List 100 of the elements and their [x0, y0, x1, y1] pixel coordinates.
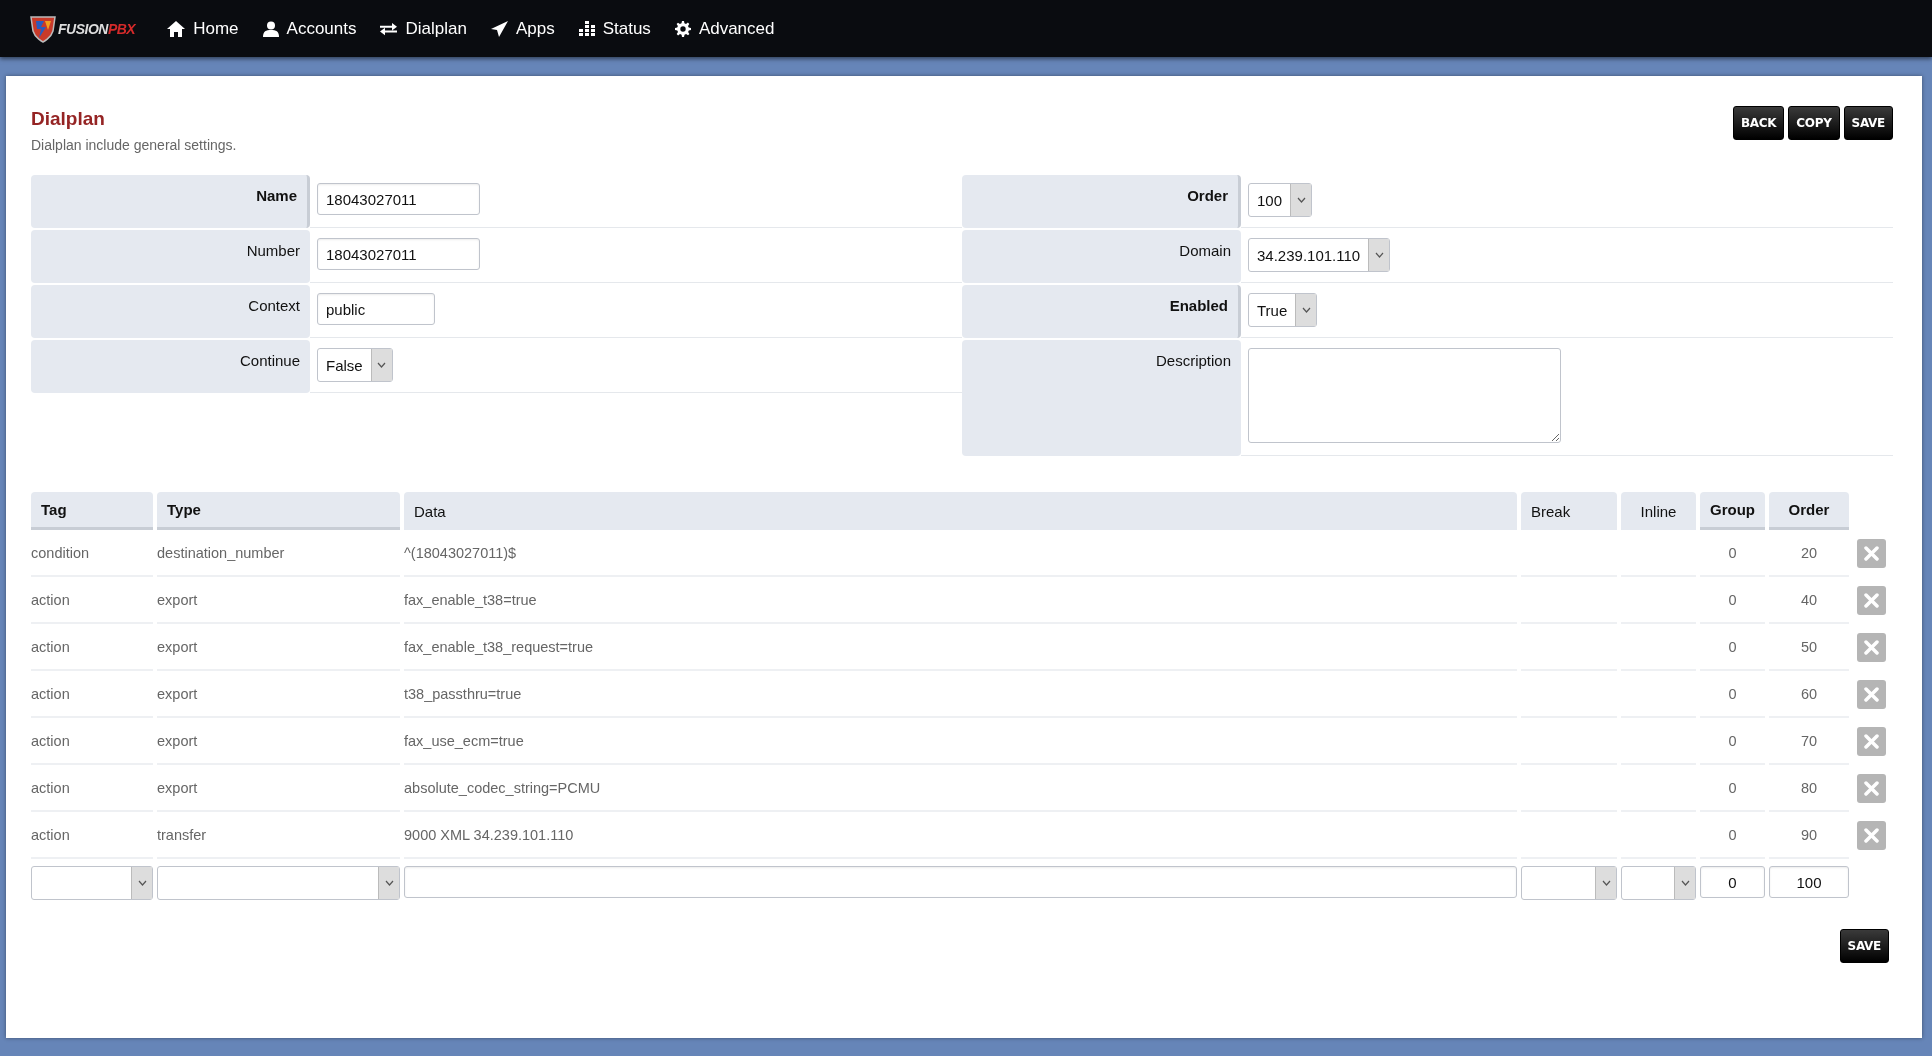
delete-button[interactable] [1857, 680, 1886, 709]
caret-icon [1674, 867, 1695, 899]
user-icon [262, 20, 279, 37]
field-label: Continue [31, 340, 310, 393]
break-dropdown[interactable] [1521, 866, 1617, 900]
table-cell: 90 [1800, 826, 1818, 843]
table-cell: t38_passthru=true [404, 685, 522, 702]
table-cell: 0 [1728, 826, 1737, 843]
table-cell: action [31, 826, 70, 843]
delete-button[interactable] [1857, 539, 1886, 568]
column-header: Inline [1621, 492, 1696, 530]
logo-text: FUSIONPBX [58, 20, 136, 37]
close-icon [1864, 687, 1879, 702]
close-icon [1864, 734, 1879, 749]
text-field[interactable]: 18043027011 [317, 238, 480, 270]
delete-button[interactable] [1857, 586, 1886, 615]
field-label: Domain [962, 230, 1241, 283]
table-cell: transfer [157, 826, 207, 843]
group-field[interactable]: 0 [1700, 866, 1765, 898]
exchange-icon [380, 21, 398, 36]
table-cell: 0 [1728, 638, 1737, 655]
text-field[interactable]: public [317, 293, 435, 325]
table-cell: export [157, 779, 198, 796]
close-icon [1864, 546, 1879, 561]
save-button[interactable]: SAVE [1839, 929, 1889, 963]
type-dropdown[interactable] [157, 866, 400, 900]
tag-dropdown[interactable] [31, 866, 153, 900]
nav-link[interactable]: Apps [490, 18, 555, 39]
table-cell: ^(18043027011)$ [404, 544, 517, 561]
order-field[interactable]: 100 [1769, 866, 1849, 898]
table-cell: fax_enable_t38_request=true [404, 638, 594, 655]
field-label: Context [31, 285, 310, 338]
gear-icon [674, 20, 691, 37]
table-cell: 0 [1728, 779, 1737, 796]
nav-link[interactable]: Home [167, 18, 239, 39]
field-label: Enabled [962, 285, 1241, 338]
table-cell: 50 [1800, 638, 1818, 655]
shield-logo-icon [30, 14, 56, 43]
delete-button[interactable] [1857, 633, 1886, 662]
table-cell: 0 [1728, 685, 1737, 702]
column-header: Break [1521, 492, 1617, 530]
field-label: Name [31, 175, 310, 228]
action-button[interactable]: COPY [1788, 106, 1840, 140]
text-field[interactable]: 18043027011 [317, 183, 480, 215]
delete-button[interactable] [1857, 774, 1886, 803]
close-icon [1864, 593, 1879, 608]
table-cell: export [157, 591, 198, 608]
field-label: Number [31, 230, 310, 283]
delete-button[interactable] [1857, 821, 1886, 850]
table-cell: 70 [1800, 732, 1818, 749]
close-icon [1864, 781, 1879, 796]
field-label: Description [962, 340, 1241, 456]
table-cell: 0 [1728, 591, 1737, 608]
table-cell: action [31, 685, 70, 702]
nav-link[interactable]: Dialplan [380, 18, 467, 39]
table-cell: fax_enable_t38=true [404, 591, 537, 608]
table-cell: condition [31, 544, 90, 561]
column-header[interactable]: Type [157, 492, 400, 530]
action-button[interactable]: SAVE [1843, 106, 1893, 140]
delete-button[interactable] [1857, 727, 1886, 756]
nav-link[interactable]: Advanced [674, 18, 775, 39]
column-header[interactable]: Tag [31, 492, 153, 530]
home-icon [167, 20, 186, 37]
caret-icon [378, 867, 399, 899]
dropdown[interactable]: False [317, 348, 393, 382]
column-header[interactable]: Order [1769, 492, 1849, 530]
table-cell: 9000 XML 34.239.101.110 [404, 826, 574, 843]
caret-icon [370, 349, 392, 381]
caret-icon [1295, 294, 1317, 326]
table-cell: 60 [1800, 685, 1818, 702]
field-label: Order [962, 175, 1241, 228]
close-icon [1864, 828, 1879, 843]
nav-link[interactable]: Status [578, 18, 651, 39]
table-cell: fax_use_ecm=true [404, 732, 524, 749]
table-cell: 80 [1800, 779, 1818, 796]
dropdown[interactable]: 100 [1248, 183, 1313, 217]
table-cell: 20 [1800, 544, 1818, 561]
table-cell: action [31, 779, 70, 796]
action-button[interactable]: BACK [1732, 106, 1785, 140]
paper-plane-icon [490, 20, 508, 37]
table-cell: destination_number [157, 544, 285, 561]
dropdown[interactable]: True [1248, 293, 1318, 327]
column-header[interactable]: Group [1700, 492, 1765, 530]
bar-chart-icon [578, 21, 595, 36]
nav-link[interactable]: Accounts [262, 18, 357, 39]
table-cell: 0 [1728, 544, 1737, 561]
table-cell: action [31, 732, 70, 749]
description-field[interactable] [1248, 348, 1561, 443]
caret-icon [1595, 867, 1616, 899]
table-cell: 40 [1800, 591, 1818, 608]
dropdown[interactable]: 34.239.101.110 [1248, 238, 1391, 272]
table-cell: action [31, 638, 70, 655]
table-cell: export [157, 732, 198, 749]
table-cell: absolute_codec_string=PCMU [404, 779, 601, 796]
page-title: Dialplan [31, 108, 106, 130]
caret-icon [1290, 184, 1312, 216]
page-description: Dialplan include general settings. [31, 137, 237, 153]
column-header: Data [404, 492, 1517, 530]
data-field[interactable] [404, 866, 1517, 898]
inline-dropdown[interactable] [1621, 866, 1696, 900]
